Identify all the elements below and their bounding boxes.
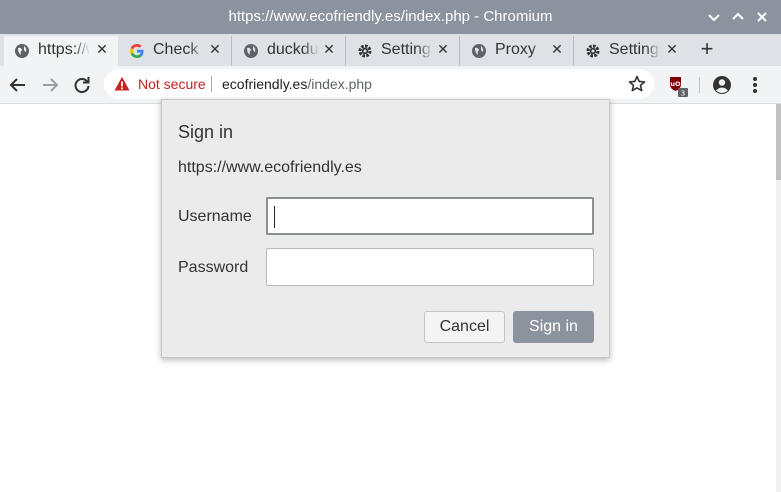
tab-label: Settings bbox=[609, 41, 661, 59]
sign-in-button[interactable]: Sign in bbox=[513, 311, 594, 343]
new-tab-button[interactable]: + bbox=[697, 38, 717, 60]
tab-check[interactable]: Check ✕ bbox=[119, 36, 232, 66]
address-bar[interactable]: Not secure ecofriendly.es/index.php bbox=[104, 69, 654, 99]
tab-settings-2[interactable]: Settings ✕ bbox=[575, 36, 688, 66]
close-icon[interactable] bbox=[754, 9, 770, 25]
tab-settings[interactable]: Settings ✕ bbox=[347, 36, 460, 66]
url-host: ecofriendly.es bbox=[222, 76, 308, 92]
tab-label: Settings bbox=[381, 41, 433, 59]
divider bbox=[699, 77, 700, 93]
tab-duckduckgo[interactable]: duckduckgo ✕ bbox=[233, 36, 346, 66]
sign-in-dialog: Sign in https://www.ecofriendly.es Usern… bbox=[161, 99, 610, 358]
window-titlebar: https://www.ecofriendly.es/index.php - C… bbox=[0, 0, 781, 34]
kebab-menu-icon[interactable] bbox=[745, 74, 765, 96]
close-icon[interactable]: ✕ bbox=[550, 42, 564, 56]
window-title: https://www.ecofriendly.es/index.php - C… bbox=[228, 8, 553, 25]
tab-ecofriendly[interactable]: https://www.ecofriendly.es/index.php ✕ bbox=[4, 36, 118, 66]
star-icon[interactable] bbox=[628, 75, 646, 93]
gear-icon bbox=[357, 43, 373, 59]
gear-icon bbox=[585, 43, 601, 59]
forward-arrow-icon[interactable] bbox=[40, 75, 60, 95]
chevron-down-icon[interactable] bbox=[706, 9, 722, 25]
security-status[interactable]: Not secure bbox=[138, 76, 206, 92]
url-text[interactable]: ecofriendly.es/index.php bbox=[222, 76, 372, 92]
tab-proxy[interactable]: Proxy ✕ bbox=[461, 36, 574, 66]
back-arrow-icon[interactable] bbox=[8, 75, 28, 95]
close-icon[interactable]: ✕ bbox=[665, 42, 679, 56]
password-label: Password bbox=[178, 259, 249, 276]
globe-icon bbox=[471, 43, 487, 59]
globe-icon bbox=[14, 43, 30, 59]
google-icon bbox=[129, 43, 145, 59]
page-scrollbar[interactable] bbox=[776, 104, 781, 492]
username-field[interactable] bbox=[266, 197, 594, 235]
cancel-button[interactable]: Cancel bbox=[424, 311, 505, 343]
close-icon[interactable]: ✕ bbox=[95, 42, 109, 56]
password-field[interactable] bbox=[266, 248, 594, 286]
warning-icon[interactable] bbox=[114, 76, 130, 92]
profile-icon[interactable] bbox=[711, 74, 733, 96]
tab-strip: https://www.ecofriendly.es/index.php ✕ C… bbox=[0, 34, 781, 66]
dialog-origin: https://www.ecofriendly.es bbox=[178, 159, 362, 176]
extension-badge: 3 bbox=[681, 90, 685, 98]
svg-text:uO: uO bbox=[670, 80, 681, 88]
close-icon[interactable]: ✕ bbox=[322, 42, 336, 56]
tab-label: duckduckgo bbox=[267, 41, 319, 59]
dialog-title: Sign in bbox=[178, 122, 234, 142]
username-label: Username bbox=[178, 208, 252, 225]
url-path: /index.php bbox=[307, 76, 372, 92]
scrollbar-thumb[interactable] bbox=[776, 104, 781, 180]
close-icon[interactable]: ✕ bbox=[208, 42, 222, 56]
divider bbox=[211, 76, 212, 92]
ublock-extension-icon[interactable]: uO 3 bbox=[668, 75, 690, 98]
text-cursor bbox=[274, 206, 275, 228]
tab-label: https://www.ecofriendly.es/index.php bbox=[38, 41, 90, 59]
chevron-up-icon[interactable] bbox=[730, 9, 746, 25]
tab-label: Proxy bbox=[495, 41, 547, 59]
close-icon[interactable]: ✕ bbox=[436, 42, 450, 56]
tab-label: Check bbox=[153, 41, 205, 59]
reload-icon[interactable] bbox=[72, 75, 92, 95]
globe-icon bbox=[243, 43, 259, 59]
